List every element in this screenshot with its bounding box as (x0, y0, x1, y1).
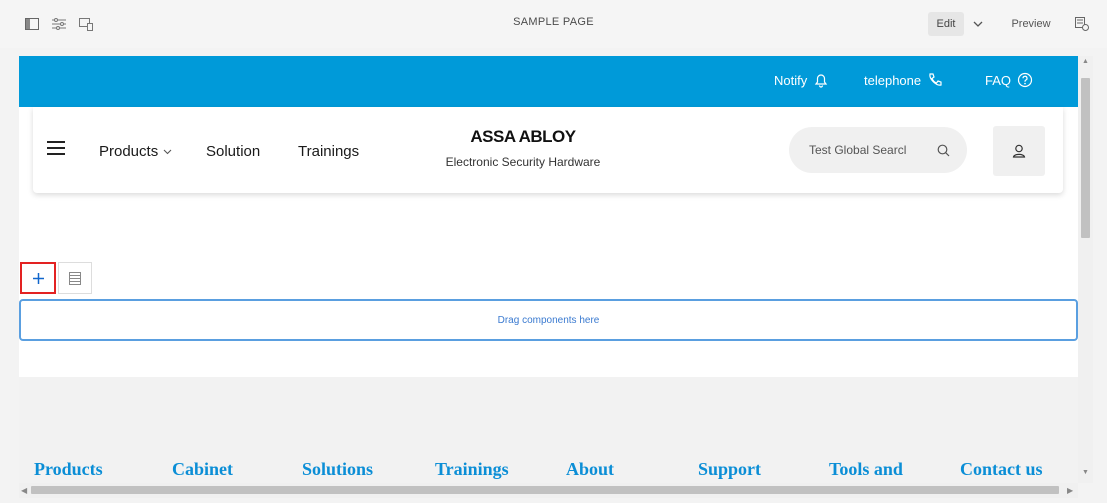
page-canvas: Notify telephone FAQ Products Solution T… (19, 56, 1078, 483)
horizontal-scroll-thumb[interactable] (31, 486, 1059, 494)
telephone-link[interactable]: telephone (864, 72, 943, 88)
footer-link-tools[interactable]: Tools and (829, 459, 903, 480)
brand[interactable]: ASSA ABLOY Electronic Security Hardware (423, 127, 623, 169)
footer-link-support[interactable]: Support (698, 459, 761, 480)
nav-trainings[interactable]: Trainings (298, 143, 359, 160)
help-icon (1017, 72, 1033, 88)
user-account-button[interactable] (993, 126, 1045, 176)
chevron-down-icon[interactable] (968, 14, 988, 34)
nav-products[interactable]: Products (99, 143, 172, 160)
search-icon[interactable] (937, 144, 950, 157)
telephone-label: telephone (864, 72, 922, 88)
horizontal-scrollbar[interactable]: ◀ ▶ (19, 483, 1078, 498)
scroll-down-icon[interactable]: ▼ (1082, 469, 1089, 476)
scroll-right-icon[interactable]: ▶ (1067, 486, 1073, 495)
footer-link-products[interactable]: Products (34, 459, 103, 480)
page-properties-icon[interactable] (49, 14, 69, 34)
phone-icon (929, 73, 942, 86)
vertical-scrollbar[interactable]: ▲ ▼ (1078, 56, 1093, 483)
menu-icon[interactable] (47, 141, 67, 157)
footer-link-trainings[interactable]: Trainings (435, 459, 509, 480)
page-title: SAMPLE PAGE (513, 16, 594, 28)
chevron-down-icon (163, 149, 172, 154)
user-icon (1012, 144, 1026, 158)
faq-link[interactable]: FAQ (985, 72, 1033, 88)
plus-icon (32, 272, 44, 284)
dropzone-label: Drag components here (497, 314, 600, 326)
nav-solution[interactable]: Solution (206, 143, 260, 160)
site-header: Products Solution Trainings ASSA ABLOY E… (33, 107, 1063, 193)
notify-link[interactable]: Notify (774, 72, 829, 88)
add-component-button[interactable] (20, 262, 56, 294)
annotations-icon[interactable] (1072, 14, 1092, 34)
layout-mode-button[interactable] (58, 262, 92, 294)
global-search[interactable] (789, 127, 967, 173)
scroll-up-icon[interactable]: ▲ (1082, 58, 1089, 65)
footer-link-about[interactable]: About (566, 459, 614, 480)
editor-toolbar: SAMPLE PAGE Edit Preview (0, 0, 1107, 48)
component-dropzone[interactable]: Drag components here (19, 299, 1078, 341)
table-icon (69, 271, 81, 285)
footer-link-contact[interactable]: Contact us (960, 459, 1043, 480)
emulator-icon[interactable] (76, 14, 96, 34)
footer-link-cabinet[interactable]: Cabinet (172, 459, 233, 480)
scroll-left-icon[interactable]: ◀ (21, 486, 27, 495)
side-panel-icon[interactable] (22, 14, 42, 34)
edit-mode-button[interactable]: Edit (928, 12, 964, 36)
search-input[interactable] (809, 143, 937, 157)
nav-products-label: Products (99, 143, 159, 160)
brand-subtitle: Electronic Security Hardware (445, 155, 601, 169)
vertical-scroll-thumb[interactable] (1081, 78, 1090, 238)
faq-label: FAQ (985, 72, 1012, 88)
utility-bar: Notify telephone FAQ (19, 56, 1078, 107)
footer-link-solutions[interactable]: Solutions (302, 459, 373, 480)
brand-logo: ASSA ABLOY (470, 127, 576, 146)
bell-icon (815, 74, 828, 88)
preview-button[interactable]: Preview (1000, 12, 1062, 36)
notify-label: Notify (774, 72, 808, 88)
